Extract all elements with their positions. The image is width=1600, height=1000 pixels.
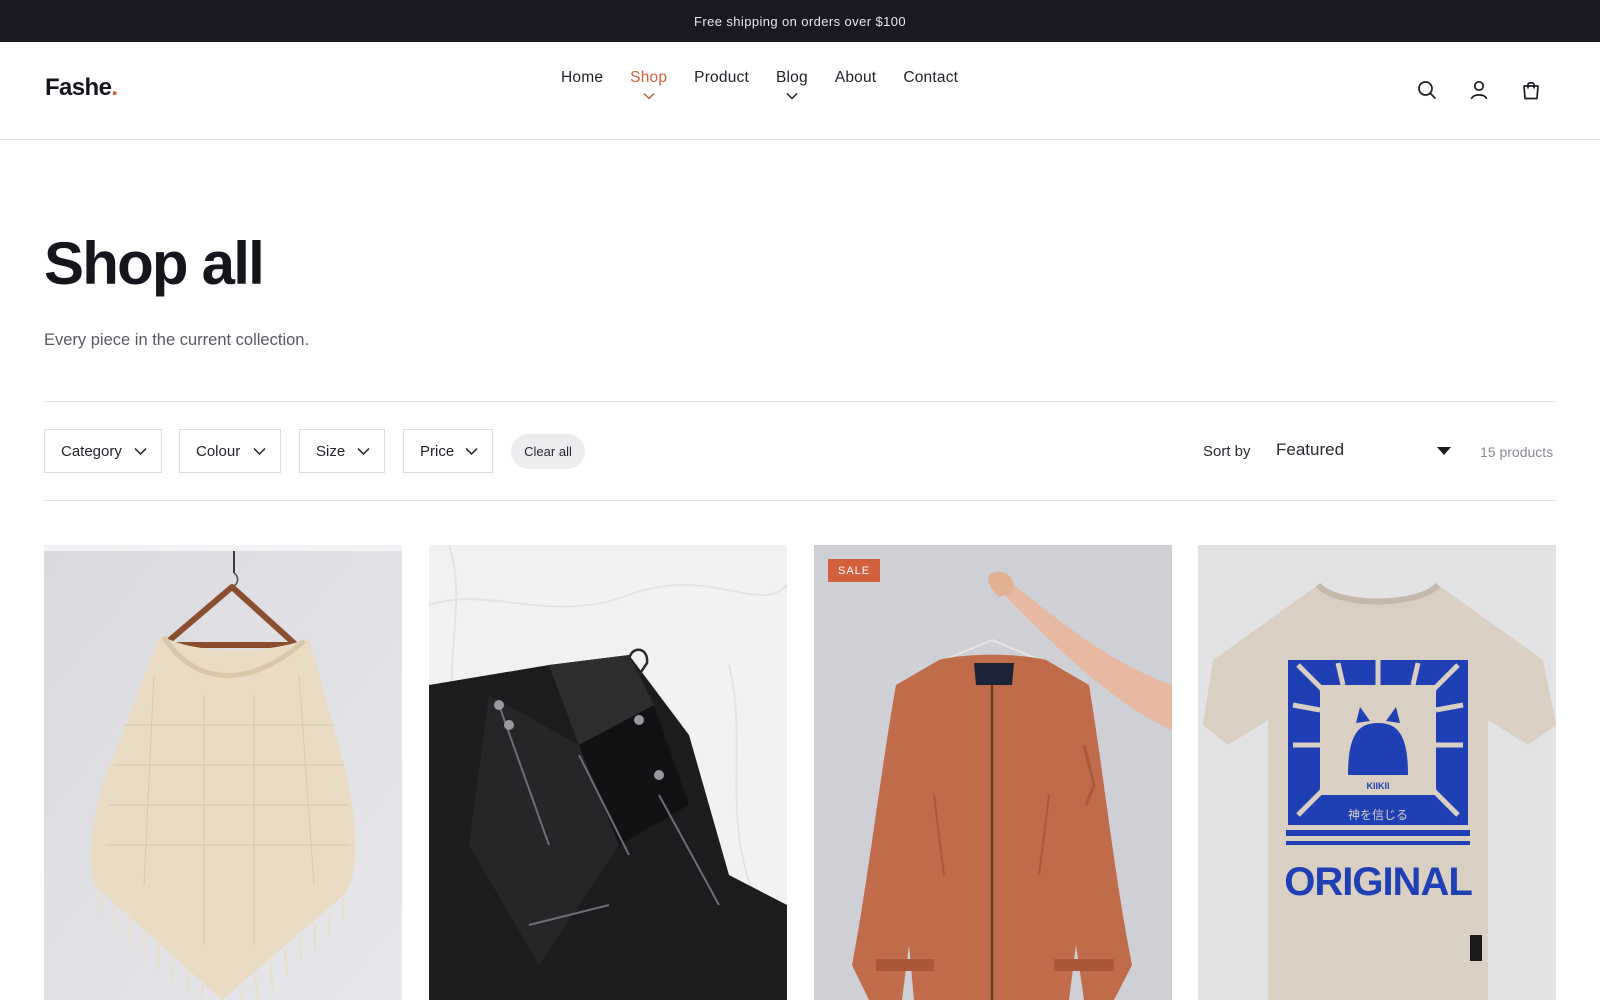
nav-label: Shop	[630, 69, 668, 86]
filter-size[interactable]: Size	[299, 429, 385, 473]
product-image-bomber-jacket	[814, 545, 1172, 1000]
tee-print-text: ORIGINAL	[1284, 860, 1472, 904]
nav-item-about[interactable]: About	[835, 69, 877, 87]
search-icon[interactable]	[1416, 79, 1438, 101]
filter-price[interactable]: Price	[403, 429, 493, 473]
clear-all-button[interactable]: Clear all	[511, 434, 585, 469]
sale-badge: SALE	[828, 559, 881, 582]
chevron-down-icon	[465, 447, 478, 456]
filter-category[interactable]: Category	[44, 429, 162, 473]
page-subtitle: Every piece in the current collection.	[44, 331, 310, 349]
sort-selected-value: Featured	[1276, 440, 1345, 459]
filter-label: Price	[420, 442, 455, 460]
divider	[44, 500, 1556, 501]
page-title: Shop all	[44, 230, 265, 297]
caret-down-icon	[1437, 447, 1451, 455]
filter-label: Category	[61, 442, 122, 460]
chevron-down-icon	[643, 92, 655, 100]
shopping-bag-icon[interactable]	[1520, 79, 1542, 101]
product-image-poncho	[44, 545, 402, 1000]
product-card[interactable]: SALE	[814, 545, 1172, 1000]
nav-label: About	[834, 69, 877, 86]
tee-print-jp: 神を信じる	[1348, 808, 1408, 822]
announcement-bar: Free shipping on orders over $100	[0, 0, 1600, 42]
nav-item-shop[interactable]: Shop	[630, 69, 668, 100]
main-nav: Home Shop Product Blog About Contact	[561, 69, 985, 100]
product-image-graphic-tee: KIIKII 神を信じる ORIGINAL	[1198, 545, 1556, 1000]
nav-label: Contact	[903, 69, 959, 86]
nav-item-blog[interactable]: Blog	[775, 69, 808, 100]
nav-label: Home	[561, 69, 604, 86]
filter-label: Colour	[196, 442, 241, 460]
site-header: Fashe. Home Shop Product Blog About Cont…	[0, 42, 1600, 140]
filter-label: Size	[316, 442, 346, 460]
account-icon[interactable]	[1468, 79, 1490, 101]
brand-dot: .	[111, 74, 118, 101]
nav-item-product[interactable]: Product	[694, 69, 749, 87]
product-card[interactable]: KIIKII 神を信じる ORIGINAL	[1198, 545, 1556, 1000]
brand-name: Fashe	[45, 74, 112, 101]
chevron-down-icon	[357, 447, 370, 456]
filter-colour[interactable]: Colour	[179, 429, 281, 473]
product-count: 15 products	[1480, 444, 1554, 460]
chevron-down-icon	[134, 447, 147, 456]
nav-item-contact[interactable]: Contact	[903, 69, 958, 87]
chevron-down-icon	[253, 447, 266, 456]
product-image-leather-jacket	[429, 545, 787, 1000]
sort-select[interactable]: Featured	[1276, 432, 1451, 468]
product-card[interactable]	[44, 545, 402, 1000]
announcement-text: Free shipping on orders over $100	[694, 13, 906, 29]
sort-label: Sort by	[1203, 443, 1251, 460]
nav-label: Product	[694, 69, 749, 86]
chevron-down-icon	[786, 92, 798, 100]
brand-logo[interactable]: Fashe.	[45, 74, 118, 102]
tee-print-small: KIIKII	[1366, 781, 1389, 791]
product-card[interactable]	[429, 545, 787, 1000]
nav-item-home[interactable]: Home	[561, 69, 603, 87]
divider	[44, 401, 1556, 402]
nav-label: Blog	[775, 69, 808, 86]
